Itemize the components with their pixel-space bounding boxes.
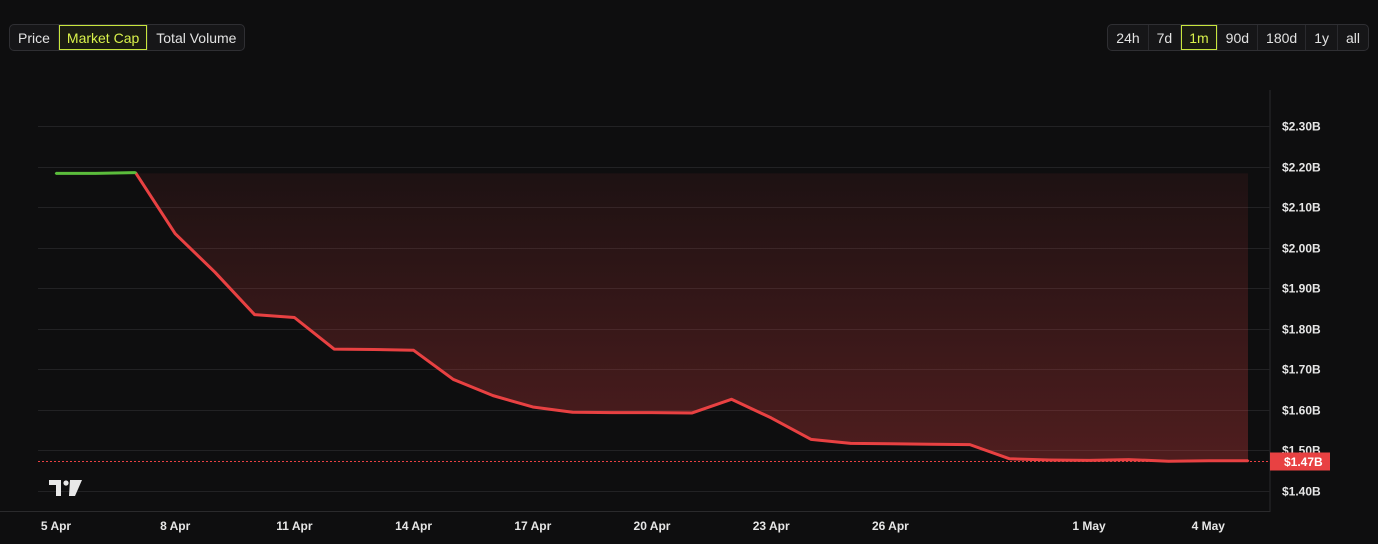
- data-point: [1048, 458, 1051, 462]
- data-point: [293, 316, 296, 319]
- data-point: [571, 411, 574, 414]
- data-point: [1246, 459, 1250, 463]
- x-tick-label: 4 May: [1192, 519, 1226, 533]
- logo-t: [49, 480, 61, 496]
- y-tick-label: $2.00B: [1282, 242, 1321, 256]
- x-tick-label: 11 Apr: [276, 519, 313, 533]
- x-tick-label: 14 Apr: [395, 519, 432, 533]
- data-point: [1008, 457, 1011, 460]
- market-cap-chart: $1.40B$1.50B$1.60B$1.70B$1.80B$1.90B$2.0…: [0, 90, 1330, 533]
- data-point: [1167, 460, 1170, 463]
- data-point: [1127, 458, 1131, 461]
- x-tick-label: 20 Apr: [634, 519, 671, 533]
- x-tick-label: 26 Apr: [872, 519, 909, 533]
- x-tick-label: 5 Apr: [41, 519, 72, 533]
- data-point: [889, 442, 892, 446]
- y-tick-label: $2.20B: [1282, 161, 1321, 175]
- data-point: [54, 172, 58, 175]
- logo-dot: [63, 480, 69, 486]
- data-point: [332, 347, 336, 351]
- y-tick-label: $2.10B: [1282, 201, 1321, 215]
- data-point: [690, 411, 693, 415]
- y-tick-label: $1.70B: [1282, 363, 1321, 377]
- y-tick-label: $2.30B: [1282, 120, 1321, 134]
- data-point: [730, 398, 733, 401]
- current-value-badge: $1.47B: [1270, 452, 1330, 471]
- data-point: [531, 405, 534, 409]
- data-point: [928, 443, 932, 446]
- data-point: [1207, 459, 1210, 463]
- data-point: [372, 348, 376, 351]
- data-point: [849, 442, 852, 445]
- data-point: [611, 411, 614, 414]
- data-point: [134, 171, 137, 174]
- data-point: [253, 313, 256, 316]
- logo-v: [69, 480, 82, 496]
- data-point: [213, 270, 217, 274]
- y-tick-label: $1.80B: [1282, 323, 1321, 337]
- tradingview-logo: TV: [49, 480, 82, 496]
- y-tick-label: $1.90B: [1282, 282, 1321, 296]
- badge-label: $1.47B: [1284, 455, 1323, 469]
- x-tick-label: 17 Apr: [514, 519, 551, 533]
- data-point: [412, 349, 415, 352]
- data-point: [968, 443, 972, 446]
- data-point: [452, 378, 455, 381]
- y-tick-label: $1.60B: [1282, 404, 1321, 418]
- x-tick-label: 23 Apr: [753, 519, 790, 533]
- x-tick-label: 8 Apr: [160, 519, 191, 533]
- data-point: [770, 416, 773, 420]
- x-tick-label: 1 May: [1072, 519, 1106, 533]
- area-fill: [56, 172, 1248, 462]
- data-point: [809, 438, 813, 441]
- data-point: [1087, 459, 1091, 462]
- data-point: [650, 411, 654, 414]
- data-point: [491, 394, 495, 397]
- y-tick-label: $1.40B: [1282, 485, 1321, 499]
- data-point: [94, 172, 97, 175]
- data-point: [174, 232, 177, 235]
